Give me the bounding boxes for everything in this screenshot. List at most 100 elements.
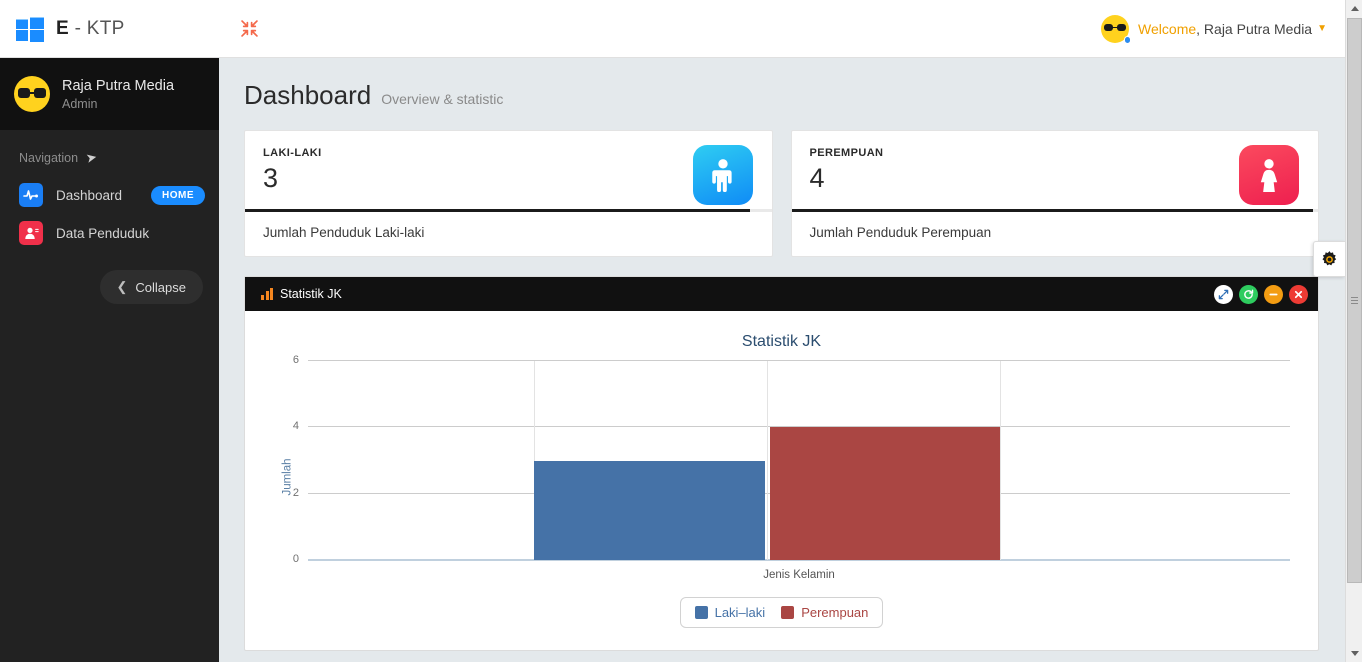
legend-swatch — [781, 606, 795, 619]
windows-logo-icon — [16, 16, 44, 42]
triangle-up-icon — [1350, 6, 1359, 11]
top-navbar: E - KTP Welcome, Raja Putra Media ▼ — [0, 0, 1345, 58]
y-tick-label: 4 — [292, 420, 299, 433]
stat-card-label: PEREMPUAN — [809, 147, 884, 159]
page-header: Dashboard Overview & statistic — [219, 58, 1345, 111]
chart-x-axis-label: Jenis Kelamin — [763, 569, 835, 581]
panel-close-button[interactable] — [1289, 284, 1308, 304]
gridline: 6 — [293, 354, 1290, 366]
stat-card-label: LAKI-LAKI — [263, 147, 322, 159]
stat-card-top: LAKI-LAKI 3 — [245, 131, 772, 209]
panel-body: Statistik JK Jumlah 0 2 4 6 Jenis Kelami… — [245, 311, 1318, 650]
sidebar-profile-role: Admin — [62, 96, 98, 111]
navigation-heading: Navigation ➤ — [0, 130, 219, 176]
sidebar-item-dashboard[interactable]: Dashboard HOME — [0, 176, 219, 214]
legend-swatch — [694, 606, 708, 619]
online-status-dot — [1123, 35, 1132, 44]
brand-title-bold: E — [56, 17, 69, 39]
settings-tab-button[interactable] — [1313, 241, 1345, 277]
category-separator — [766, 361, 768, 560]
welcome-text: Welcome, Raja Putra Media — [1138, 21, 1312, 37]
page-subtitle: Overview & statistic — [381, 91, 504, 107]
female-figure-icon — [1239, 145, 1299, 205]
y-tick-label: 0 — [292, 553, 299, 565]
bar-perempuan[interactable] — [769, 427, 1001, 560]
panel-title-label: Statistik JK — [280, 287, 342, 301]
male-figure-icon — [692, 145, 753, 205]
panel-header: Statistik JK — [245, 277, 1318, 311]
statistik-panel: Statistik JK Statistik JK Jumlah 0 2 4 6… — [244, 276, 1319, 651]
scrollbar-grip — [1351, 297, 1358, 304]
brand[interactable]: E - KTP — [0, 16, 220, 42]
collapse-row: ❮ Collapse — [0, 252, 219, 304]
panel-refresh-button[interactable] — [1239, 284, 1258, 304]
chart-legend: Laki–laki Perempuan — [679, 597, 884, 628]
brand-title: E - KTP — [56, 18, 125, 40]
stat-card-perempuan: PEREMPUAN 4 Jumlah Penduduk Perempuan — [790, 130, 1319, 257]
bar-chart-icon — [261, 288, 273, 300]
sidebar-toggle-button[interactable] — [232, 12, 266, 46]
category-separator — [1000, 361, 1002, 560]
panel-title: Statistik JK — [261, 287, 342, 301]
sidebar-item-dashboard-label: Dashboard — [56, 187, 123, 203]
collapse-button-label: Collapse — [135, 279, 186, 295]
expand-arrows-icon — [1218, 289, 1229, 299]
stat-card-value: 3 — [263, 163, 279, 193]
chart-y-axis-label: Jumlah — [281, 458, 294, 496]
sidebar-item-data-penduduk-label: Data Penduduk — [56, 225, 150, 241]
page-scrollbar[interactable] — [1345, 0, 1362, 662]
bar-laki-laki[interactable] — [533, 460, 765, 560]
scrollbar-up-button[interactable] — [1346, 0, 1362, 17]
sidebar-avatar — [14, 76, 50, 112]
main-content: Dashboard Overview & statistic LAKI-LAKI… — [219, 58, 1345, 662]
legend-label: Perempuan — [801, 605, 869, 620]
user-card-icon — [19, 221, 43, 245]
y-tick-label: 2 — [292, 486, 299, 499]
refresh-icon — [1244, 289, 1254, 299]
app-window: E - KTP Welcome, Raja Putra Media ▼ Raja… — [0, 0, 1362, 662]
sunglasses-icon — [18, 88, 46, 98]
panel-expand-button[interactable] — [1214, 284, 1233, 304]
welcome-username: , Raja Putra Media — [1196, 20, 1313, 37]
collapse-arrows-icon — [240, 20, 258, 37]
scrollbar-thumb[interactable] — [1347, 18, 1362, 583]
page-title: Dashboard — [244, 80, 372, 110]
chart-plot-area: 0 2 4 6 — [293, 354, 1290, 565]
chevron-left-icon: ❮ — [116, 279, 128, 294]
stat-card-footer: Jumlah Penduduk Perempuan — [809, 225, 992, 240]
stat-card-value: 4 — [809, 163, 825, 193]
stat-card-footer: Jumlah Penduduk Laki-laki — [263, 225, 425, 240]
times-icon — [1294, 290, 1303, 298]
sidebar-item-data-penduduk[interactable]: Data Penduduk — [0, 214, 219, 252]
sidebar: Raja Putra Media Admin Navigation ➤ Dash… — [0, 58, 219, 662]
legend-item-perempuan[interactable]: Perempuan — [781, 605, 868, 620]
panel-tools — [1214, 284, 1308, 304]
legend-item-laki-laki[interactable]: Laki–laki — [694, 605, 766, 620]
bar-chart: Jumlah 0 2 4 6 Jenis Kelamin — [263, 354, 1300, 593]
triangle-down-icon — [1350, 651, 1359, 656]
stat-card-laki-laki: LAKI-LAKI 3 Jumlah Penduduk Laki-laki — [244, 130, 773, 257]
avatar — [1101, 14, 1132, 44]
welcome-prefix: Welcome — [1138, 20, 1197, 37]
y-tick-label: 6 — [292, 354, 299, 366]
minus-icon — [1269, 293, 1278, 295]
chart-title: Statistik JK — [741, 333, 822, 350]
sidebar-profile-text: Raja Putra Media Admin — [62, 77, 174, 111]
caret-down-icon[interactable]: ▼ — [1317, 23, 1327, 34]
user-menu[interactable]: Welcome, Raja Putra Media ▼ — [1101, 14, 1345, 44]
stat-cards-row: LAKI-LAKI 3 Jumlah Penduduk Laki-laki PE… — [219, 111, 1345, 257]
navigation-heading-label: Navigation — [19, 151, 79, 165]
activity-pulse-icon — [19, 183, 43, 207]
gear-icon — [1322, 250, 1337, 265]
paper-plane-icon: ➤ — [84, 149, 99, 166]
brand-title-rest: - KTP — [68, 17, 125, 39]
scrollbar-down-button[interactable] — [1346, 645, 1362, 662]
sidebar-badge-home: HOME — [151, 185, 205, 205]
panel-collapse-button[interactable] — [1264, 284, 1283, 304]
stat-card-top: PEREMPUAN 4 — [792, 131, 1319, 209]
legend-label: Laki–laki — [714, 605, 766, 620]
sidebar-profile-name: Raja Putra Media — [62, 78, 175, 95]
sidebar-profile[interactable]: Raja Putra Media Admin — [0, 58, 219, 130]
collapse-sidebar-button[interactable]: ❮ Collapse — [99, 270, 203, 304]
sunglasses-icon — [1104, 24, 1126, 32]
